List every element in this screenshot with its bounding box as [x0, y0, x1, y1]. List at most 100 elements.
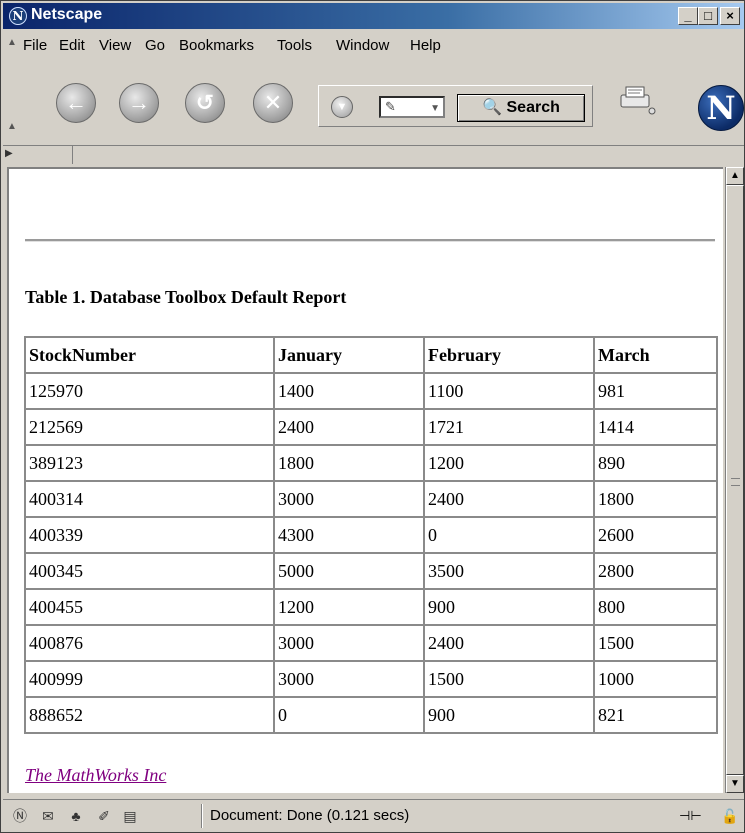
- menu-bookmarks[interactable]: Bookmarks: [179, 37, 254, 54]
- table-cell: 1721: [423, 408, 595, 446]
- report-table: StockNumber January February March 12597…: [24, 336, 718, 734]
- stop-button[interactable]: ✕: [253, 83, 293, 123]
- maximize-button[interactable]: □: [698, 7, 718, 25]
- table-cell: 900: [423, 588, 595, 626]
- table-row: 389123 1800 1200 890: [24, 444, 718, 482]
- vertical-scrollbar[interactable]: ▲ ▼: [725, 167, 744, 793]
- table-row: 212569 2400 1721 1414: [24, 408, 718, 446]
- table-row: 400455 1200 900 800: [24, 588, 718, 626]
- search-button[interactable]: 🔍 Search: [457, 94, 585, 122]
- print-icon[interactable]: [617, 85, 657, 115]
- status-divider: [201, 804, 203, 828]
- tab-placeholder[interactable]: [15, 146, 73, 164]
- netscape-logo-icon[interactable]: N: [698, 85, 744, 131]
- table-row: 400339 4300 0 2600: [24, 516, 718, 554]
- table-cell: 389123: [24, 444, 275, 482]
- window-title: Netscape: [31, 6, 103, 23]
- url-bar-group: ▼ ✎ ▼ 🔍 Search: [318, 85, 593, 127]
- table-cell: 1100: [423, 372, 595, 410]
- table-cell: 3500: [423, 552, 595, 590]
- table-row: 400999 3000 1500 1000: [24, 660, 718, 698]
- table-cell: 900: [423, 696, 595, 734]
- menu-edit[interactable]: Edit: [59, 37, 85, 54]
- status-text: Document: Done (0.121 secs): [210, 807, 410, 824]
- table-cell: 981: [593, 372, 718, 410]
- minimize-button[interactable]: _: [678, 7, 698, 25]
- table-cell: 3000: [273, 660, 425, 698]
- table-cell: 400876: [24, 624, 275, 662]
- toolbar-grip-icon[interactable]: ▲: [7, 37, 17, 57]
- table-header-row: StockNumber January February March: [24, 336, 718, 374]
- url-history-dropdown-button[interactable]: ▼: [331, 96, 353, 118]
- table-cell: 0: [273, 696, 425, 734]
- url-input[interactable]: ✎ ▼: [379, 96, 445, 118]
- table-cell: 1000: [593, 660, 718, 698]
- menu-window[interactable]: Window: [336, 37, 389, 54]
- reload-button[interactable]: ↺: [185, 83, 225, 123]
- chevron-down-icon: ▼: [336, 101, 348, 113]
- menu-view[interactable]: View: [99, 37, 131, 54]
- url-dropdown-icon[interactable]: ▼: [430, 100, 440, 118]
- table-row: 125970 1400 1100 981: [24, 372, 718, 410]
- mail-icon[interactable]: ✉: [39, 808, 57, 824]
- table-cell: 400314: [24, 480, 275, 518]
- menu-tools[interactable]: Tools: [277, 37, 312, 54]
- page-content: Table 1. Database Toolbox Default Report…: [7, 167, 723, 793]
- title-bar: N Netscape _ □ ×: [3, 3, 744, 29]
- table-cell: 1200: [423, 444, 595, 482]
- table-cell: 400339: [24, 516, 275, 554]
- chevron-right-icon[interactable]: ▶: [5, 148, 13, 159]
- table-cell: 1800: [593, 480, 718, 518]
- table-row: 400876 3000 2400 1500: [24, 624, 718, 662]
- table-cell: 1414: [593, 408, 718, 446]
- table-cell: 212569: [24, 408, 275, 446]
- online-status-icon[interactable]: ⊣⊢: [679, 808, 702, 824]
- table-cell: 2600: [593, 516, 718, 554]
- horizontal-rule: [25, 239, 715, 242]
- back-button[interactable]: ←: [56, 83, 96, 123]
- security-lock-icon[interactable]: 🔓: [721, 808, 738, 825]
- table-cell: 2800: [593, 552, 718, 590]
- reload-icon: ↺: [195, 90, 215, 115]
- table-cell: 1800: [273, 444, 425, 482]
- table-cell: 888652: [24, 696, 275, 734]
- address-book-icon[interactable]: ▤: [121, 808, 139, 824]
- table-cell: 400455: [24, 588, 275, 626]
- composer-icon[interactable]: ✐: [95, 808, 113, 824]
- table-row: 400345 5000 3500 2800: [24, 552, 718, 590]
- chat-icon[interactable]: ♣: [67, 808, 85, 824]
- thumb-grip-icon: [731, 478, 740, 486]
- menu-bar: ▲ File Edit View Go Bookmarks Tools Wind…: [3, 31, 744, 63]
- table-cell: 400999: [24, 660, 275, 698]
- table-cell: 5000: [273, 552, 425, 590]
- menu-file[interactable]: File: [23, 37, 47, 54]
- forward-button[interactable]: →: [119, 83, 159, 123]
- menu-help[interactable]: Help: [410, 37, 441, 54]
- navigator-icon[interactable]: Ⓝ: [11, 808, 29, 824]
- navigation-toolbar: ▲ ← → ↺ ✕ ▼ ✎ ▼ 🔍 Search N: [3, 65, 744, 145]
- table-cell: 2400: [273, 408, 425, 446]
- scrollbar-thumb[interactable]: [726, 185, 744, 775]
- table-cell: 1500: [423, 660, 595, 698]
- table-cell: 2400: [423, 624, 595, 662]
- table-cell: 125970: [24, 372, 275, 410]
- table-cell: 821: [593, 696, 718, 734]
- column-header: March: [593, 336, 718, 374]
- table-cell: 0: [423, 516, 595, 554]
- mathworks-link[interactable]: The MathWorks Inc: [25, 765, 166, 786]
- back-arrow-icon: ←: [65, 90, 87, 115]
- toolbar-grip-icon[interactable]: ▲: [7, 121, 17, 132]
- table-row: 888652 0 900 821: [24, 696, 718, 734]
- scroll-up-button[interactable]: ▲: [726, 167, 744, 185]
- table-cell: 2400: [423, 480, 595, 518]
- close-button[interactable]: ×: [720, 7, 740, 25]
- magnifier-icon: 🔍: [482, 99, 503, 116]
- table-cell: 1500: [593, 624, 718, 662]
- table-cell: 3000: [273, 480, 425, 518]
- menu-go[interactable]: Go: [145, 37, 165, 54]
- table-cell: 800: [593, 588, 718, 626]
- table-cell: 1400: [273, 372, 425, 410]
- scroll-down-button[interactable]: ▼: [726, 775, 744, 793]
- search-button-label: Search: [506, 99, 560, 116]
- table-caption: Table 1. Database Toolbox Default Report: [25, 287, 347, 307]
